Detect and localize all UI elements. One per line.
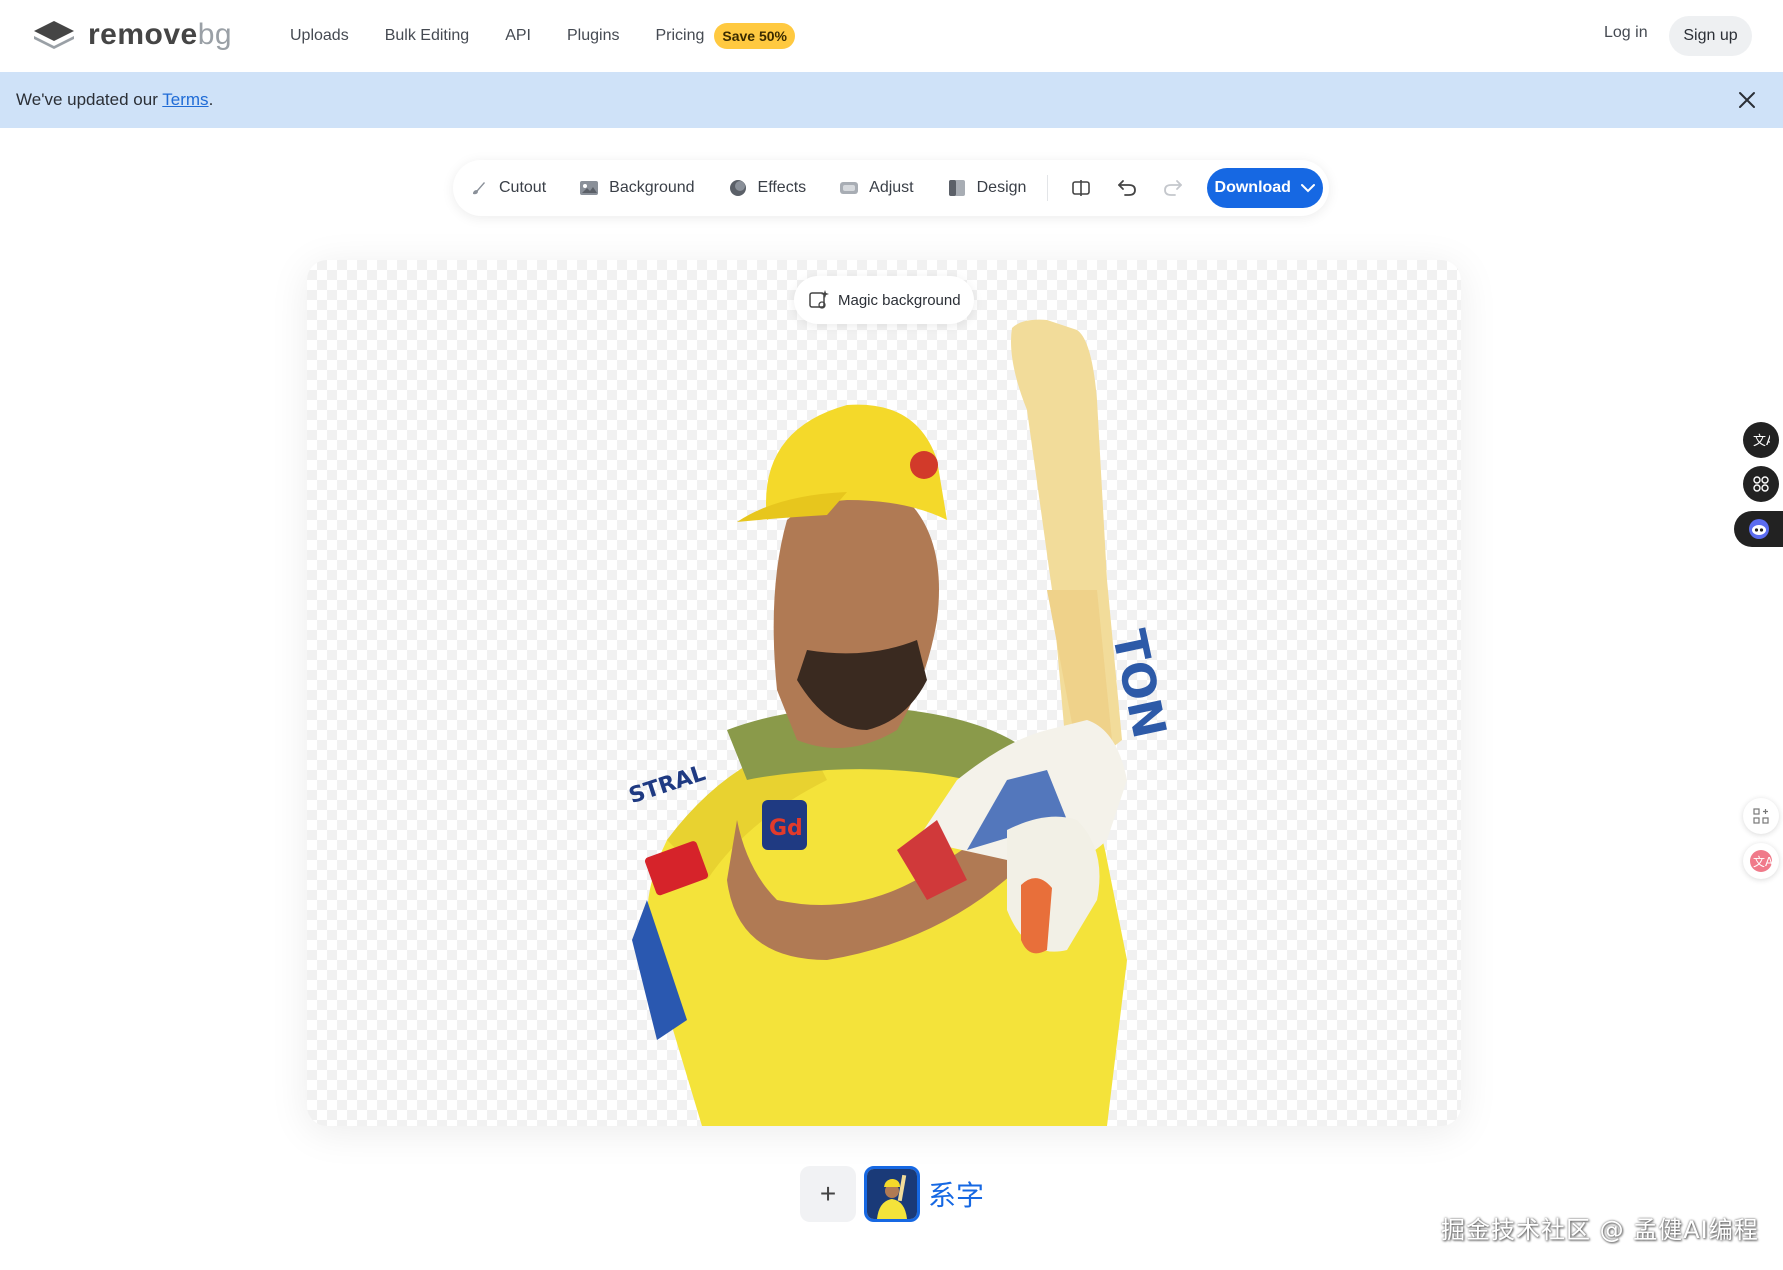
save-badge[interactable]: Save 50%: [714, 23, 795, 49]
signup-button[interactable]: Sign up: [1669, 16, 1752, 56]
grid-icon: [1753, 476, 1769, 492]
redo-icon: [1164, 180, 1183, 196]
compare-button[interactable]: [1066, 172, 1096, 204]
tool-label: Effects: [757, 179, 807, 196]
nav-pricing[interactable]: Pricing: [655, 22, 704, 50]
svg-text:文A: 文A: [1753, 854, 1773, 869]
chevron-down-icon: [1300, 184, 1315, 193]
tool-cutout[interactable]: Cutout: [469, 168, 546, 208]
undo-icon: [1118, 180, 1137, 196]
terms-banner: We've updated our Terms.: [0, 72, 1783, 128]
logo-text: removebg: [88, 18, 233, 51]
tool-background[interactable]: Background: [579, 168, 695, 208]
thumbnail-text[interactable]: 系字: [928, 1166, 984, 1222]
undo-button[interactable]: [1112, 172, 1142, 204]
image-thumbnails: + 系字: [800, 1166, 984, 1222]
main-nav: Uploads Bulk Editing API Plugins Pricing…: [290, 22, 795, 50]
tool-label: Design: [976, 179, 1027, 196]
translate-pink-button[interactable]: 文A: [1743, 843, 1779, 879]
translate-icon: 文A: [1753, 434, 1770, 449]
tool-design[interactable]: Design: [947, 168, 1027, 208]
logo[interactable]: removebg: [32, 18, 232, 52]
magic-background-label: Magic background: [838, 291, 961, 309]
adjust-icon: [840, 182, 859, 194]
apps-widget[interactable]: [1743, 466, 1779, 502]
nav-uploads[interactable]: Uploads: [290, 22, 349, 50]
banner-text: We've updated our Terms.: [16, 90, 214, 109]
design-icon: [948, 180, 965, 196]
nav-plugins[interactable]: Plugins: [567, 22, 619, 50]
svg-text:文A: 文A: [1753, 434, 1770, 449]
thumbnail-image: [867, 1169, 917, 1219]
terms-link[interactable]: Terms: [162, 90, 208, 109]
close-icon[interactable]: [1735, 88, 1759, 112]
magic-background-button[interactable]: Magic background: [794, 276, 974, 324]
add-image-button[interactable]: +: [800, 1166, 856, 1222]
toolbar-divider: [1047, 175, 1049, 201]
logo-icon: [34, 21, 74, 49]
image-icon: [580, 181, 599, 195]
thumbnail-current[interactable]: [864, 1166, 920, 1222]
compare-icon: [1072, 180, 1091, 196]
nav-api[interactable]: API: [505, 22, 531, 50]
robot-icon: [1748, 519, 1769, 539]
nav-bulk-editing[interactable]: Bulk Editing: [385, 22, 470, 50]
svg-text:Gd: Gd: [769, 816, 803, 841]
magic-sparkle-icon: [809, 290, 829, 309]
editor-toolbar: Cutout Background Effects Adjust Design …: [453, 160, 1329, 216]
tool-label: Cutout: [499, 179, 547, 196]
svg-text:STRAL: STRAL: [626, 761, 709, 809]
tool-adjust[interactable]: Adjust: [839, 168, 914, 208]
watermark: 掘金技术社区 @ 孟健AI编程: [1441, 1216, 1759, 1244]
image-canvas[interactable]: TON Gd STRAL Magic background: [307, 260, 1461, 1126]
cutout-subject-image: TON Gd STRAL: [626, 319, 1177, 1126]
tool-label: Adjust: [869, 179, 914, 196]
apps-add-icon: [1753, 808, 1769, 824]
translate-icon: 文A: [1750, 850, 1773, 872]
add-widget-button[interactable]: [1743, 798, 1779, 834]
tool-effects[interactable]: Effects: [728, 168, 807, 208]
brush-icon: [473, 182, 485, 195]
download-label: Download: [1214, 179, 1291, 196]
effects-icon: [729, 180, 746, 196]
redo-button[interactable]: [1158, 172, 1188, 204]
top-header: removebg Uploads Bulk Editing API Plugin…: [0, 0, 1783, 72]
tool-label: Background: [609, 179, 695, 196]
assistant-widget[interactable]: [1734, 511, 1783, 547]
translate-widget[interactable]: 文A: [1743, 422, 1779, 458]
login-link[interactable]: Log in: [1604, 24, 1648, 42]
download-button[interactable]: Download: [1206, 168, 1323, 208]
